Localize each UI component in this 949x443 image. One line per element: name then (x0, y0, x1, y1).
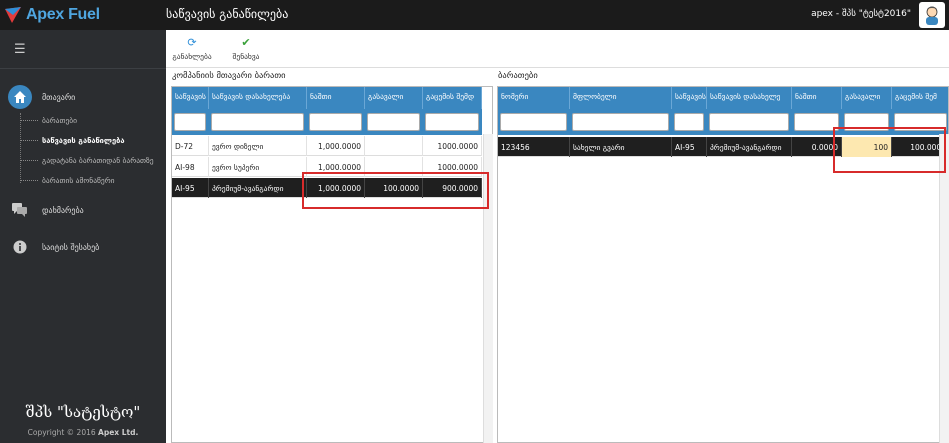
toolbar: ⟳ განახლება ✔ შენახვა (166, 30, 949, 68)
save-label: შენახვა (232, 52, 260, 61)
col-header-balance[interactable]: ნაშთი (307, 87, 365, 109)
cell (365, 136, 423, 156)
cell: D-72 (172, 136, 209, 156)
sidebar-subitem-fuel-distribution[interactable]: საწვავის განაწილება (20, 133, 166, 147)
sidebar-item-label: მთავარი (42, 92, 76, 102)
col-header-fuel-code[interactable]: საწვავის (172, 87, 209, 109)
cell: 1000.0000 (423, 136, 482, 156)
filter-input[interactable] (309, 113, 362, 131)
highlight-box-left (302, 172, 489, 209)
subitem-label: ბარათები (42, 115, 78, 125)
sidebar: ☰ მთავარი ბარათები საწვავის განაწილება გ… (0, 30, 166, 443)
sidebar-item-help[interactable]: დახმარება (0, 195, 166, 225)
filter-input[interactable] (674, 113, 704, 131)
cell: AI-95 (672, 137, 707, 157)
cell: ევრო დიზელი (209, 136, 307, 156)
copyright: Copyright © 2016 Apex Ltd. (0, 428, 166, 437)
chat-icon (8, 198, 32, 222)
grid-header: საწვავის საწვავის დასახელება ნაშთი გასავ… (172, 87, 482, 109)
col-header-number[interactable]: ნომერი (498, 87, 570, 109)
cell: სახელი გვარი (570, 137, 672, 157)
home-icon (8, 85, 32, 109)
cell: 123456 (498, 137, 570, 157)
filter-input[interactable] (500, 113, 567, 131)
right-panel-title: ბარათები (498, 71, 538, 81)
avatar-icon[interactable] (919, 2, 945, 28)
sidebar-item-about[interactable]: საიტის შესახებ (0, 232, 166, 262)
sidebar-divider (0, 68, 166, 69)
sidebar-subitem-statement[interactable]: ბარათის ამონაწერი (20, 173, 166, 187)
sidebar-item-label: საიტის შესახებ (42, 242, 100, 252)
right-grid-scrollbar[interactable] (939, 134, 949, 443)
highlight-box-right (833, 127, 946, 173)
col-header-fuel-name[interactable]: საწვავის დასახელე (707, 87, 792, 109)
copyright-company: Apex Ltd. (98, 428, 139, 437)
filter-input[interactable] (425, 113, 479, 131)
cell: 1,000.0000 (307, 136, 365, 156)
copyright-text: Copyright © 2016 (27, 428, 96, 437)
filter-input[interactable] (174, 113, 206, 131)
refresh-label: განახლება (172, 52, 212, 61)
subitem-label: გადატანა ბარათიდან ბარათზე (42, 155, 154, 165)
subitem-label: ბარათის ამონაწერი (42, 175, 115, 185)
sidebar-subitem-transfer[interactable]: გადატანა ბარათიდან ბარათზე (20, 153, 166, 167)
cell: პრემიუმ-ავანგარდი (209, 178, 307, 198)
col-header-after-issue[interactable]: გაცემის შემ (892, 87, 948, 109)
sidebar-item-label: დახმარება (42, 205, 84, 215)
left-panel-title: კომპანიის მთავარი ბარათი (172, 71, 286, 81)
refresh-icon: ⟳ (187, 36, 197, 49)
filter-input[interactable] (572, 113, 669, 131)
check-icon: ✔ (241, 36, 251, 49)
col-header-balance[interactable]: ნაშთი (792, 87, 842, 109)
main-card-grid: საწვავის საწვავის დასახელება ნაშთი გასავ… (171, 86, 493, 443)
sidebar-subitem-cards[interactable]: ბარათები (20, 113, 166, 127)
col-header-owner[interactable]: მფლობელი (570, 87, 672, 109)
col-header-outflow[interactable]: გასავალი (842, 87, 892, 109)
cell: ევრო სუპერი (209, 157, 307, 177)
company-name: შპს "სატესტო" (25, 403, 141, 421)
cell: AI-95 (172, 178, 209, 198)
user-info[interactable]: apex - შპს "ტესტ2016" (811, 9, 911, 19)
cell: პრემიუმ-ავანგარდი (707, 137, 792, 157)
app-logo[interactable]: Apex Fuel (4, 4, 164, 26)
col-header-fuel-name[interactable]: საწვავის დასახელება (209, 87, 307, 109)
hamburger-icon[interactable]: ☰ (14, 42, 26, 57)
save-button[interactable]: ✔ შენახვა (226, 36, 266, 66)
subitem-label: საწვავის განაწილება (42, 135, 125, 145)
page-title: საწვავის განაწილება (166, 7, 289, 21)
filter-input[interactable] (709, 113, 789, 131)
info-icon (8, 235, 32, 259)
user-avatar-icon (926, 6, 938, 25)
filter-input[interactable] (211, 113, 304, 131)
logo-icon (5, 7, 21, 23)
grid-header: ნომერი მფლობელი საწვავის საწვავის დასახე… (498, 87, 948, 109)
col-header-after-issue[interactable]: გაცემის შემდ (423, 87, 482, 109)
sidebar-item-main[interactable]: მთავარი (0, 82, 166, 112)
filter-input[interactable] (367, 113, 420, 131)
col-header-outflow[interactable]: გასავალი (365, 87, 423, 109)
refresh-button[interactable]: ⟳ განახლება (170, 36, 214, 66)
top-bar: Apex Fuel საწვავის განაწილება apex - შპს… (0, 0, 949, 30)
app-name: Apex Fuel (26, 6, 100, 23)
grid-filter-row (172, 109, 482, 135)
table-row[interactable]: D-72 ევრო დიზელი 1,000.0000 1000.0000 (172, 136, 482, 156)
col-header-fuel-code[interactable]: საწვავის (672, 87, 707, 109)
cell: AI-98 (172, 157, 209, 177)
